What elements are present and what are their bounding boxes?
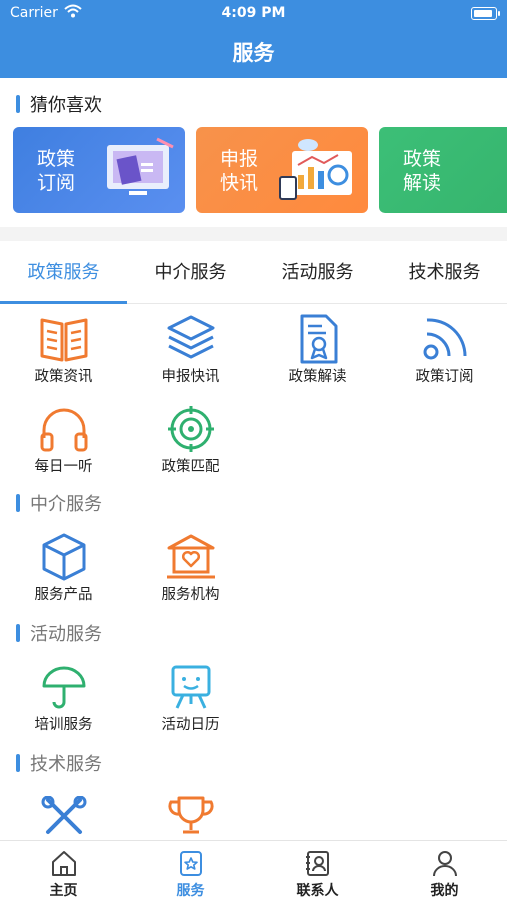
grid-item-service-products[interactable]: 服务产品 <box>0 532 127 612</box>
grid-item-label: 政策订阅 <box>415 369 474 385</box>
grid-item-policy-interpret[interactable]: 政策解读 <box>254 314 381 394</box>
battery-icon <box>471 7 500 20</box>
grid-item-declaration-news[interactable]: 申报快讯 <box>127 314 254 394</box>
institution-icon <box>167 534 215 579</box>
service-tabs: 政策服务 中介服务 活动服务 技术服务 <box>0 241 507 304</box>
section-title: 中介服务 <box>30 494 102 515</box>
subscribe-illustration-icon <box>107 137 174 195</box>
nav-bar: 服务 <box>0 28 507 78</box>
grid-item-label: 政策解读 <box>288 369 347 385</box>
contacts-icon <box>306 851 329 876</box>
section-accent-bar <box>16 95 20 113</box>
tabbar-contacts[interactable]: 联系人 <box>254 841 381 901</box>
card-declaration-news[interactable]: 申报快讯 <box>196 127 368 213</box>
grid-item-label: 服务机构 <box>161 587 220 603</box>
grid-item-service-institutions[interactable]: 服务机构 <box>127 532 254 612</box>
section-divider <box>0 227 507 241</box>
recommend-cards: 政策订阅 申报快讯 政策解读 <box>13 127 507 215</box>
clock: 4:09 PM <box>221 5 286 21</box>
tabbar-mine[interactable]: 我的 <box>381 841 507 901</box>
grid-item-policy-match[interactable]: 政策匹配 <box>127 404 254 484</box>
report-illustration-icon <box>279 139 352 200</box>
user-icon <box>433 851 457 877</box>
easel-icon <box>171 665 211 709</box>
section-accent-bar <box>16 494 20 512</box>
tabbar-home[interactable]: 主页 <box>0 841 127 901</box>
tab-tech-service[interactable]: 技术服务 <box>381 241 507 303</box>
bottom-tab-bar: 主页 服务 联系人 我的 <box>0 840 507 901</box>
cube-icon <box>42 533 86 581</box>
umbrella-icon <box>42 666 86 709</box>
tabbar-service[interactable]: 服务 <box>127 841 254 901</box>
card-policy-subscribe[interactable]: 政策订阅 <box>13 127 185 213</box>
grid-item-label: 政策资讯 <box>34 369 93 385</box>
tab-intermediary-service[interactable]: 中介服务 <box>127 241 254 303</box>
grid-item-label: 培训服务 <box>34 717 93 733</box>
card-label: 申报快讯 <box>220 148 259 194</box>
page-title: 服务 <box>232 41 275 65</box>
card-label: 政策解读 <box>403 148 442 194</box>
section-title: 猜你喜欢 <box>30 95 102 116</box>
grid-item-label: 活动日历 <box>161 717 220 733</box>
document-award-icon <box>300 314 338 364</box>
grid-item-training-service[interactable]: 培训服务 <box>0 662 127 742</box>
tabbar-label: 服务 <box>176 883 205 899</box>
tabbar-label: 联系人 <box>296 883 339 899</box>
grid-item-policy-subscribe[interactable]: 政策订阅 <box>381 314 507 394</box>
grid-item-policy-news[interactable]: 政策资讯 <box>0 314 127 394</box>
section-header-guess: 猜你喜欢 <box>16 93 102 116</box>
tabbar-label: 我的 <box>430 883 459 899</box>
section-header-tech: 技术服务 <box>16 752 102 775</box>
tabbar-label: 主页 <box>49 883 78 899</box>
tab-activity-service[interactable]: 活动服务 <box>254 241 381 303</box>
tools-icon <box>41 796 87 834</box>
grid-item-activity-calendar[interactable]: 活动日历 <box>127 662 254 742</box>
tab-policy-service[interactable]: 政策服务 <box>0 241 127 304</box>
home-icon <box>52 851 76 876</box>
section-header-intermediary: 中介服务 <box>16 492 102 515</box>
headphones-icon <box>40 408 88 452</box>
grid-item-daily-listen[interactable]: 每日一听 <box>0 404 127 484</box>
trophy-icon <box>168 796 214 834</box>
grid-item-label: 政策匹配 <box>161 459 220 475</box>
grid-item-label: 申报快讯 <box>161 369 220 385</box>
target-icon <box>168 406 214 452</box>
grid-item-label: 每日一听 <box>34 459 93 475</box>
card-label: 政策订阅 <box>37 148 76 194</box>
section-title: 技术服务 <box>30 754 102 775</box>
card-policy-interpret[interactable]: 政策解读 <box>379 127 507 213</box>
section-title: 活动服务 <box>30 624 102 645</box>
rss-icon <box>423 318 467 360</box>
book-icon <box>40 318 88 362</box>
layers-icon <box>167 315 215 359</box>
section-accent-bar <box>16 754 20 772</box>
section-accent-bar <box>16 624 20 642</box>
status-bar: Carrier 4:09 PM <box>0 0 507 28</box>
grid-item-label: 服务产品 <box>34 587 93 603</box>
section-header-activity: 活动服务 <box>16 622 102 645</box>
service-star-icon <box>180 851 202 876</box>
